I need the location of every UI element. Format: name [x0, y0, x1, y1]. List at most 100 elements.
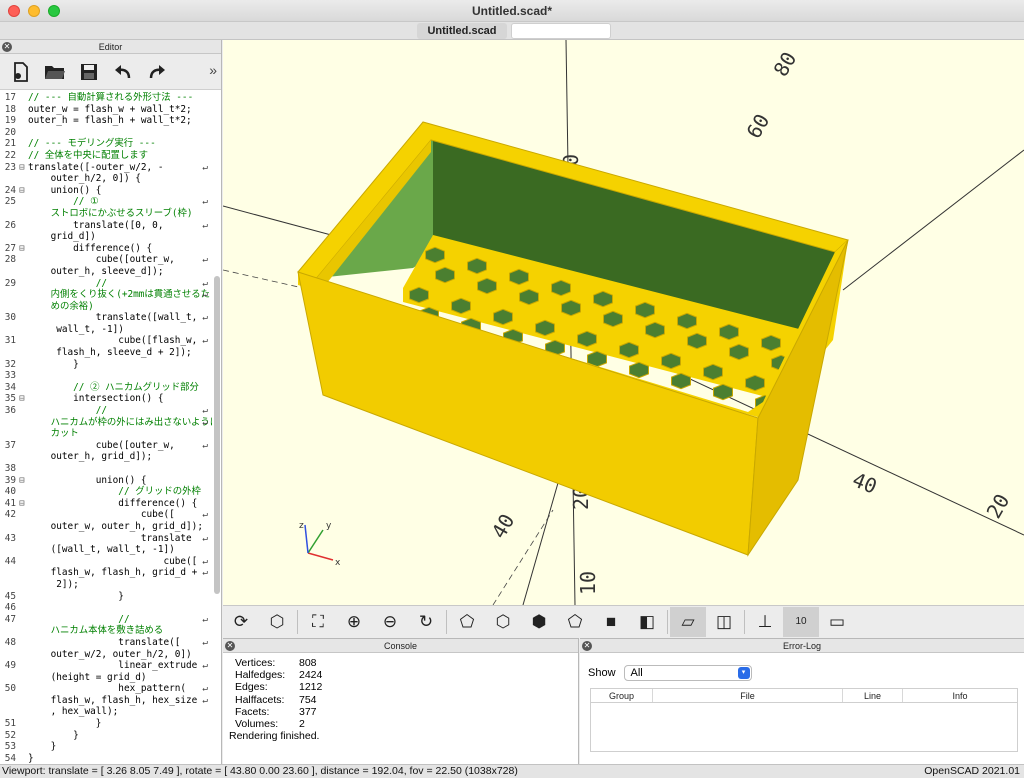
- code-line[interactable]: 27 ⊟ difference() {: [0, 243, 212, 255]
- tab-untitled[interactable]: Untitled.scad: [417, 23, 507, 39]
- code-line[interactable]: 54}: [0, 753, 212, 764]
- show-select[interactable]: All ▾: [623, 665, 752, 681]
- show-edges-icon[interactable]: ▭: [819, 607, 855, 637]
- reset-view-icon[interactable]: ↻: [408, 607, 444, 637]
- code-line[interactable]: 50 hex_pattern(↵: [0, 683, 212, 695]
- column-info[interactable]: Info: [903, 689, 1017, 702]
- code-line[interactable]: 23 ⊟ translate([-outer_w/2, - ↵: [0, 162, 212, 174]
- code-line[interactable]: , hex_wall);: [0, 706, 212, 718]
- code-line[interactable]: 43 translate ↵: [0, 533, 212, 545]
- render-icon[interactable]: ⬡: [259, 607, 295, 637]
- code-line[interactable]: 52 }: [0, 730, 212, 742]
- code-line[interactable]: 28 cube([outer_w, ↵: [0, 254, 212, 266]
- view-left-icon[interactable]: ⬠: [557, 607, 593, 637]
- code-line[interactable]: ストロボにかぶせるスリーブ(枠): [0, 208, 212, 220]
- code-line[interactable]: 内側をくり抜く(+2mmは貫通させるた ↵: [0, 289, 212, 301]
- fold-toggle-icon[interactable]: ⊟: [16, 498, 28, 510]
- code-line[interactable]: outer_h, sleeve_d]);: [0, 266, 212, 278]
- view-right-icon[interactable]: ⬠: [449, 607, 485, 637]
- new-file-icon[interactable]: [6, 58, 36, 86]
- open-folder-icon[interactable]: [40, 58, 70, 86]
- code-line[interactable]: ハニカム本体を敷き詰める: [0, 625, 212, 637]
- code-line[interactable]: 47 // ↵: [0, 614, 212, 626]
- minimize-window-button[interactable]: [28, 5, 40, 17]
- redo-icon[interactable]: [142, 58, 172, 86]
- 3d-viewport[interactable]: 80 60 40 20 20 40 10 20 z y x: [223, 40, 1024, 605]
- zoom-in-icon[interactable]: ⊕: [336, 607, 372, 637]
- code-line[interactable]: 29 // ↵: [0, 278, 212, 290]
- code-line[interactable]: outer_w, outer_h, grid_d]);: [0, 521, 212, 533]
- code-line[interactable]: 45 }: [0, 591, 212, 603]
- code-line[interactable]: 32 }: [0, 359, 212, 371]
- code-line[interactable]: 46: [0, 602, 212, 614]
- code-line[interactable]: outer_h, grid_d]);: [0, 451, 212, 463]
- show-axes-icon[interactable]: ⊥: [747, 607, 783, 637]
- code-line[interactable]: 26 translate([0, 0, ↵: [0, 220, 212, 232]
- code-line[interactable]: 24 ⊟ union() {: [0, 185, 212, 197]
- code-line[interactable]: 48 translate([↵: [0, 637, 212, 649]
- code-line[interactable]: 37 cube([outer_w, ↵: [0, 440, 212, 452]
- code-line[interactable]: 18 outer_w = flash_w + wall_t*2;: [0, 104, 212, 116]
- code-line[interactable]: 22 // 全体を中央に配置します: [0, 150, 212, 162]
- close-pane-icon[interactable]: ✕: [225, 641, 235, 651]
- code-line[interactable]: 38: [0, 463, 212, 475]
- code-line[interactable]: 35 ⊟ intersection() {: [0, 393, 212, 405]
- animate-icon[interactable]: ⟳: [223, 607, 259, 637]
- column-line[interactable]: Line: [843, 689, 903, 702]
- orthogonal-icon[interactable]: ◫: [706, 607, 742, 637]
- code-line[interactable]: (height = grid_d): [0, 672, 212, 684]
- code-line[interactable]: 30 translate([wall_t, ↵: [0, 312, 212, 324]
- code-line[interactable]: 20: [0, 127, 212, 139]
- code-line[interactable]: outer_w/2, outer_h/2, 0]): [0, 649, 212, 661]
- code-line[interactable]: めの余裕): [0, 301, 212, 313]
- fold-toggle-icon[interactable]: ⊟: [16, 185, 28, 197]
- view-top-icon[interactable]: ⬡: [485, 607, 521, 637]
- view-back-icon[interactable]: ◧: [629, 607, 665, 637]
- undo-icon[interactable]: [108, 58, 138, 86]
- fold-toggle-icon[interactable]: ⊟: [16, 393, 28, 405]
- code-line[interactable]: flash_h, sleeve_d + 2]);: [0, 347, 212, 359]
- show-scale-icon[interactable]: 10: [783, 606, 819, 637]
- error-log-table[interactable]: Group File Line Info: [590, 688, 1018, 752]
- save-icon[interactable]: [74, 58, 104, 86]
- code-line[interactable]: 19 outer_h = flash_h + wall_t*2;: [0, 115, 212, 127]
- code-line[interactable]: 40 // グリッドの外枠: [0, 486, 212, 498]
- code-line[interactable]: wall_t, -1]): [0, 324, 212, 336]
- code-line[interactable]: 21 // --- モデリング実行 ---: [0, 138, 212, 150]
- zoom-window-button[interactable]: [48, 5, 60, 17]
- fold-toggle-icon[interactable]: ⊟: [16, 162, 28, 174]
- toolbar-overflow-icon[interactable]: »: [209, 62, 217, 78]
- view-bottom-icon[interactable]: ⬢: [521, 607, 557, 637]
- editor-scrollbar[interactable]: [214, 276, 220, 594]
- code-line[interactable]: 44 cube([↵: [0, 556, 212, 568]
- code-line[interactable]: 51 }: [0, 718, 212, 730]
- code-line[interactable]: flash_w, flash_h, grid_d + ↵: [0, 567, 212, 579]
- column-file[interactable]: File: [653, 689, 843, 702]
- code-line[interactable]: 53 }: [0, 741, 212, 753]
- code-line[interactable]: 2]);: [0, 579, 212, 591]
- new-tab-area[interactable]: [511, 23, 611, 39]
- view-front-icon[interactable]: ■: [593, 607, 629, 637]
- fold-toggle-icon[interactable]: ⊟: [16, 243, 28, 255]
- code-line[interactable]: 17 // --- 自動計算される外形寸法 ---: [0, 92, 212, 104]
- code-line[interactable]: 33: [0, 370, 212, 382]
- code-editor[interactable]: 17 // --- 自動計算される外形寸法 --- 18 outer_w = flas…: [0, 92, 212, 764]
- code-line[interactable]: ([wall_t, wall_t, -1]): [0, 544, 212, 556]
- code-line[interactable]: 31 cube([flash_w, ↵: [0, 335, 212, 347]
- close-pane-icon[interactable]: ✕: [2, 42, 12, 52]
- code-line[interactable]: 39 ⊟ union() {: [0, 475, 212, 487]
- zoom-out-icon[interactable]: ⊖: [372, 607, 408, 637]
- fold-toggle-icon[interactable]: ⊟: [16, 475, 28, 487]
- code-line[interactable]: 49 linear_extrude ↵: [0, 660, 212, 672]
- code-line[interactable]: 36 // ↵: [0, 405, 212, 417]
- perspective-icon[interactable]: ▱: [670, 606, 706, 637]
- code-line[interactable]: grid_d]): [0, 231, 212, 243]
- code-line[interactable]: カット: [0, 428, 212, 440]
- code-line[interactable]: flash_w, flash_h, hex_size ↵: [0, 695, 212, 707]
- code-line[interactable]: 34 // ② ハニカムグリッド部分: [0, 382, 212, 394]
- code-line[interactable]: 41 ⊟ difference() {: [0, 498, 212, 510]
- code-line[interactable]: ハニカムが枠の外にはみ出さないように ↵: [0, 417, 212, 429]
- code-line[interactable]: outer_h/2, 0]) {: [0, 173, 212, 185]
- zoom-all-icon[interactable]: ⛶: [300, 607, 336, 637]
- close-window-button[interactable]: [8, 5, 20, 17]
